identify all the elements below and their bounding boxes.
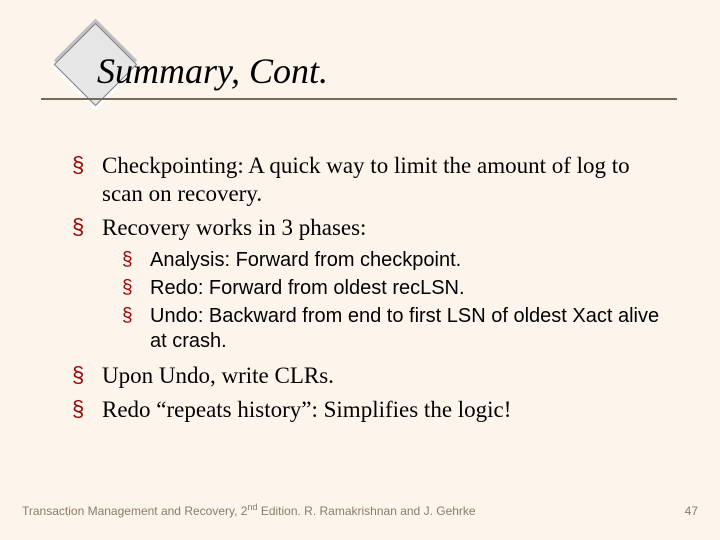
title-block: Summary, Cont. [66, 35, 356, 94]
footer-edition-tail: Edition. R. Ramakrishnan and J. Gehrke [257, 504, 475, 518]
sub-list: Analysis: Forward from checkpoint. Redo:… [102, 248, 666, 354]
bullet-list: Checkpointing: A quick way to limit the … [66, 152, 666, 424]
bullet-text: Recovery works in 3 phases: [102, 215, 366, 240]
slide: Summary, Cont. Checkpointing: A quick wa… [0, 0, 720, 540]
footer-book: Transaction Management and Recovery, [22, 504, 241, 518]
bullet-text: Undo: Backward from end to first LSN of … [150, 305, 659, 352]
bullet-text: Checkpointing: A quick way to limit the … [102, 153, 630, 206]
list-item: Recovery works in 3 phases: Analysis: Fo… [66, 214, 666, 354]
slide-title: Summary, Cont. [97, 50, 328, 92]
list-item: Analysis: Forward from checkpoint. [120, 248, 666, 273]
bullet-text: Analysis: Forward from checkpoint. [150, 249, 461, 271]
list-item: Redo: Forward from oldest recLSN. [120, 276, 666, 301]
page-number: 47 [685, 504, 698, 518]
list-item: Undo: Backward from end to first LSN of … [120, 304, 666, 354]
footer-edition-suffix: nd [247, 502, 257, 512]
title-underline [41, 98, 677, 100]
list-item: Redo “repeats history”: Simplifies the l… [66, 396, 666, 424]
list-item: Upon Undo, write CLRs. [66, 362, 666, 390]
bullet-text: Upon Undo, write CLRs. [102, 363, 334, 388]
bullet-text: Redo “repeats history”: Simplifies the l… [102, 397, 511, 422]
list-item: Checkpointing: A quick way to limit the … [66, 152, 666, 208]
content-area: Checkpointing: A quick way to limit the … [66, 152, 666, 430]
bullet-text: Redo: Forward from oldest recLSN. [150, 277, 465, 299]
footer-citation: Transaction Management and Recovery, 2nd… [22, 502, 476, 518]
